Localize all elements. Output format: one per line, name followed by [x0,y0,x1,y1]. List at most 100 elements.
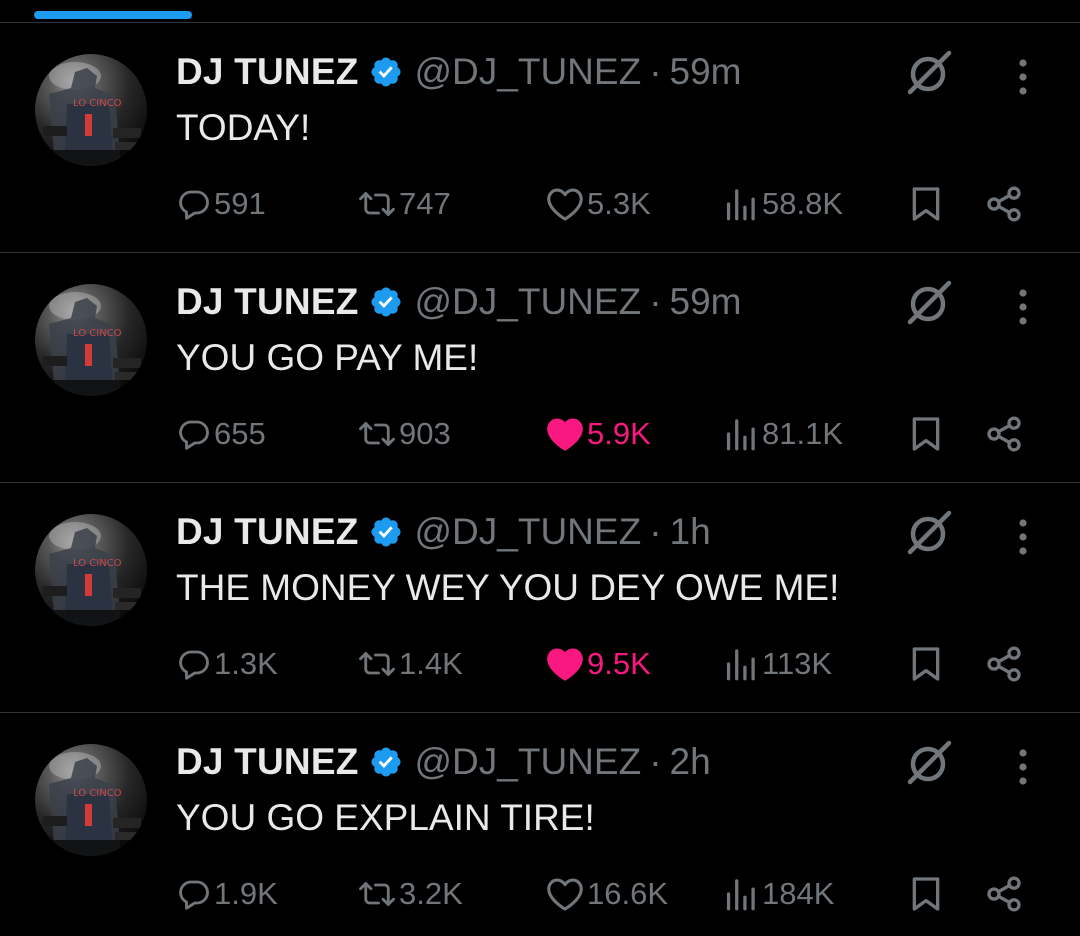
reply-button[interactable]: 591 [176,181,266,227]
display-name[interactable]: DJ TUNEZ [176,281,359,323]
svg-text:LO CINCO: LO CINCO [73,788,122,799]
display-name[interactable]: DJ TUNEZ [176,51,359,93]
verified-badge-icon[interactable] [369,515,403,549]
separator-dot: · [649,281,662,322]
bookmark-icon [912,417,940,451]
tweet-text: THE MONEY WEY YOU DEY OWE ME! [176,567,840,608]
svg-text:LO CINCO: LO CINCO [73,558,122,569]
timestamp[interactable]: 59m [670,281,742,323]
display-name[interactable]: DJ TUNEZ [176,511,359,553]
tweet-actions: 655 903 5.9K 81.1K [0,411,1080,457]
views-button[interactable]: 113K [720,641,832,687]
retweet-count: 747 [399,186,451,221]
heart-icon [547,188,583,221]
avatar[interactable]: LO CINCO [35,54,147,166]
retweet-button[interactable]: 1.4K [357,641,463,687]
retweet-count: 1.4K [399,646,463,681]
retweet-button[interactable]: 747 [357,181,451,227]
retweet-button[interactable]: 903 [357,411,451,457]
bookmark-button[interactable] [906,641,946,687]
active-tab-indicator [34,11,192,19]
retweet-button[interactable]: 3.2K [357,871,463,917]
reply-button[interactable]: 1.3K [176,641,278,687]
reply-count: 655 [214,416,266,451]
tweet-actions: 1.3K 1.4K 9.5K 113K [0,641,1080,687]
timestamp[interactable]: 1h [670,511,711,553]
views-button[interactable]: 58.8K [720,181,843,227]
views-icon [726,649,755,681]
verified-badge-icon[interactable] [369,745,403,779]
like-button[interactable]: 9.5K [545,641,651,687]
tweet-text: YOU GO PAY ME! [176,337,479,378]
grok-icon[interactable] [903,737,955,789]
separator-dot: · [649,51,662,92]
share-button[interactable] [984,411,1024,457]
like-count: 9.5K [587,646,651,681]
more-vertical-icon[interactable] [1010,287,1036,327]
views-icon [726,419,755,451]
share-icon [987,186,1021,222]
tweet[interactable]: LO CINCO DJ TUNEZ @DJ_TUNEZ · 59m [0,253,1080,483]
tweet-actions: 591 747 5.3K 58.8K [0,181,1080,227]
views-count: 113K [762,646,833,681]
user-handle[interactable]: @DJ_TUNEZ [415,51,642,93]
tweet[interactable]: LO CINCO DJ TUNEZ @DJ_TUNEZ · 1h THE MON… [0,483,1080,713]
views-button[interactable]: 81.1K [720,411,843,457]
views-button[interactable]: 184K [720,871,834,917]
share-button[interactable] [984,641,1024,687]
share-icon [987,416,1021,452]
grok-icon[interactable] [903,47,955,99]
reply-button[interactable]: 1.9K [176,871,278,917]
tweet-header: DJ TUNEZ @DJ_TUNEZ · 2h [176,739,711,785]
like-button[interactable]: 5.3K [545,181,651,227]
retweet-icon [359,882,395,906]
display-name[interactable]: DJ TUNEZ [176,741,359,783]
timestamp[interactable]: 2h [670,741,711,783]
reply-icon [179,650,209,680]
verified-badge-icon[interactable] [369,55,403,89]
heart-icon [547,418,583,451]
share-button[interactable] [984,181,1024,227]
separator-dot: · [649,741,662,782]
like-count: 5.3K [587,186,651,221]
like-button[interactable]: 16.6K [545,871,668,917]
reply-icon [179,880,209,910]
bookmark-button[interactable] [906,181,946,227]
views-count: 58.8K [762,186,844,221]
bookmark-icon [912,877,940,911]
share-button[interactable] [984,871,1024,917]
user-handle[interactable]: @DJ_TUNEZ [415,511,642,553]
reply-count: 1.3K [214,646,278,681]
reply-count: 591 [214,186,266,221]
tweet[interactable]: LO CINCO DJ TUNEZ @DJ_TUNEZ · 59m [0,23,1080,253]
more-vertical-icon[interactable] [1010,747,1036,787]
like-button[interactable]: 5.9K [545,411,651,457]
reply-button[interactable]: 655 [176,411,266,457]
views-count: 184K [762,876,835,911]
tweet[interactable]: LO CINCO DJ TUNEZ @DJ_TUNEZ · 2h YOU GO … [0,713,1080,936]
bookmark-button[interactable] [906,871,946,917]
avatar[interactable]: LO CINCO [35,514,147,626]
heart-icon [547,878,583,911]
grok-icon[interactable] [903,507,955,559]
like-count: 5.9K [587,416,651,451]
svg-text:LO CINCO: LO CINCO [73,328,122,339]
bookmark-button[interactable] [906,411,946,457]
separator-dot: · [649,511,662,552]
avatar[interactable]: LO CINCO [35,284,147,396]
user-handle[interactable]: @DJ_TUNEZ [415,741,642,783]
grok-icon[interactable] [903,277,955,329]
tweet-text: TODAY! [176,107,311,148]
bookmark-icon [912,187,940,221]
user-handle[interactable]: @DJ_TUNEZ [415,281,642,323]
retweet-icon [359,652,395,676]
reply-count: 1.9K [214,876,278,911]
svg-text:LO CINCO: LO CINCO [73,98,122,109]
more-vertical-icon[interactable] [1010,57,1036,97]
more-vertical-icon[interactable] [1010,517,1036,557]
avatar[interactable]: LO CINCO [35,744,147,856]
timestamp[interactable]: 59m [670,51,742,93]
views-icon [726,189,755,221]
verified-badge-icon[interactable] [369,285,403,319]
share-icon [987,646,1021,682]
